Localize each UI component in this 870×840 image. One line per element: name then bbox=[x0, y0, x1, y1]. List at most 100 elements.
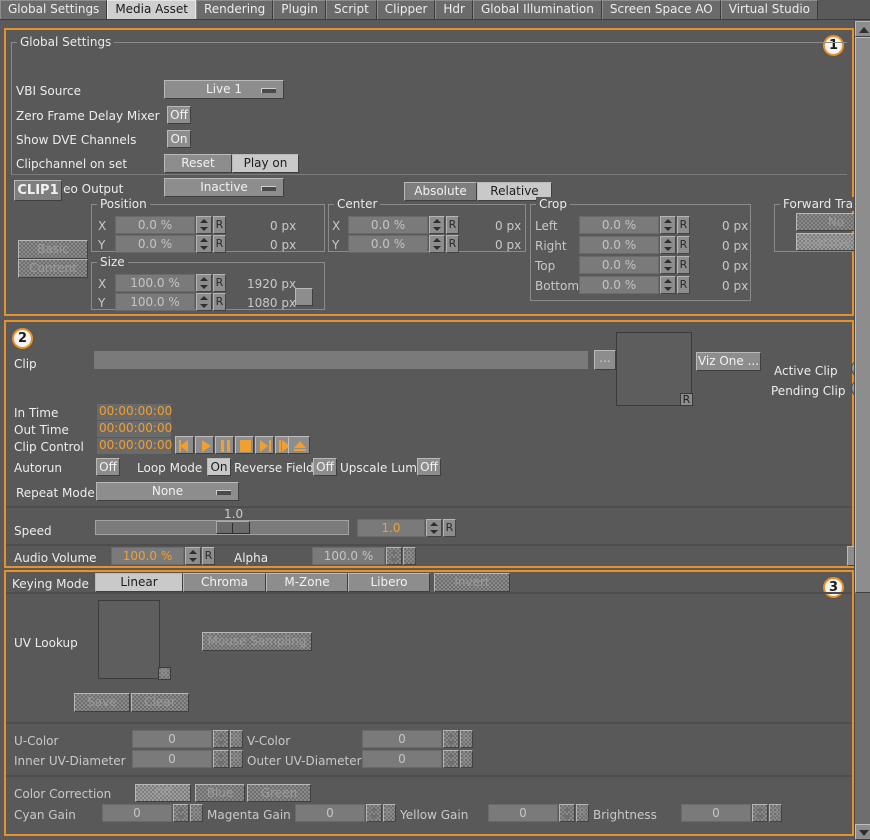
scroll-up-button[interactable] bbox=[855, 21, 870, 37]
crop-bottom-reset[interactable]: R bbox=[677, 276, 690, 294]
keying-mode-chroma-button[interactable]: Chroma bbox=[183, 573, 266, 592]
size-x-field[interactable]: 100.0 % bbox=[115, 274, 195, 292]
clipchannel-reset-button[interactable]: Reset bbox=[164, 154, 232, 173]
uv-lookup-reset: R bbox=[158, 667, 171, 680]
clip-control-value[interactable]: 00:00:00:00 bbox=[97, 438, 172, 454]
loop-mode-toggle[interactable]: On bbox=[207, 458, 231, 476]
main-tab-bar: Global Settings Media Asset Rendering Pl… bbox=[0, 0, 870, 20]
clip-preview-reset[interactable]: R bbox=[680, 393, 693, 406]
crop-top-spinner[interactable] bbox=[660, 256, 676, 274]
crop-right-reset[interactable]: R bbox=[677, 236, 690, 254]
keying-mode-mzone-button[interactable]: M-Zone bbox=[266, 573, 348, 592]
outer-uv-diameter-spinner bbox=[443, 750, 459, 768]
transport-stop-button[interactable] bbox=[235, 436, 254, 454]
crop-left-field[interactable]: 0.0 % bbox=[579, 216, 659, 234]
autorun-toggle[interactable]: Off bbox=[96, 458, 120, 476]
center-x-reset[interactable]: R bbox=[446, 216, 459, 234]
yellow-gain-spinner bbox=[559, 804, 575, 822]
clipchannel-play-on-button[interactable]: Play on bbox=[232, 154, 299, 173]
absolute-button[interactable]: Absolute bbox=[404, 182, 477, 201]
mouse-sampling-button: Mouse Sampling bbox=[202, 632, 312, 651]
in-time-value[interactable]: 00:00:00:00 bbox=[97, 404, 172, 420]
position-y-reset[interactable]: R bbox=[213, 235, 226, 253]
size-x-spinner[interactable] bbox=[196, 274, 212, 292]
tab-hdr[interactable]: Hdr bbox=[435, 0, 473, 19]
crop-left-spinner[interactable] bbox=[660, 216, 676, 234]
center-x-field[interactable]: 0.0 % bbox=[348, 216, 428, 234]
scroll-down-button[interactable] bbox=[855, 824, 870, 840]
tab-virtual-studio[interactable]: Virtual Studio bbox=[720, 0, 819, 19]
clip-path-input[interactable] bbox=[94, 351, 588, 369]
center-y-reset[interactable]: R bbox=[446, 235, 459, 253]
audio-volume-reset[interactable]: R bbox=[202, 547, 215, 565]
tab-clipper[interactable]: Clipper bbox=[376, 0, 436, 19]
tab-script[interactable]: Script bbox=[325, 0, 377, 19]
show-dve-channels-toggle[interactable]: On bbox=[167, 130, 191, 148]
speed-slider-thumb[interactable] bbox=[216, 521, 250, 534]
position-y-field[interactable]: 0.0 % bbox=[115, 235, 195, 253]
keying-mode-linear-button[interactable]: Linear bbox=[95, 573, 183, 592]
uv-lookup-preview[interactable] bbox=[98, 600, 160, 679]
crop-bottom-spinner[interactable] bbox=[660, 276, 676, 294]
transport-eject-button[interactable] bbox=[288, 436, 310, 454]
v-color-spinner bbox=[443, 730, 459, 748]
keying-panel: 3 Keying Mode Linear Chroma M-Zone Liber… bbox=[4, 570, 854, 836]
repeat-mode-dropdown[interactable]: None bbox=[96, 482, 239, 501]
viz-one-button[interactable]: Viz One ... bbox=[696, 352, 761, 371]
speed-spinner[interactable] bbox=[426, 519, 442, 537]
size-y-spinner[interactable] bbox=[196, 293, 212, 311]
audio-volume-spinner[interactable] bbox=[185, 547, 201, 565]
global-settings-group: Global Settings bbox=[11, 35, 847, 174]
repeat-mode-value: None bbox=[151, 484, 184, 498]
tab-rendering[interactable]: Rendering bbox=[195, 0, 274, 19]
position-y-label: Y bbox=[98, 238, 106, 252]
vbi-source-dropdown[interactable]: Live 1 bbox=[164, 80, 284, 99]
crop-left-reset[interactable]: R bbox=[677, 216, 690, 234]
center-y-spinner[interactable] bbox=[429, 235, 445, 253]
clip1-title-button[interactable]: CLIP1 bbox=[14, 180, 62, 201]
position-x-field[interactable]: 0.0 % bbox=[115, 216, 195, 234]
size-y-reset[interactable]: R bbox=[213, 293, 226, 311]
tab-media-asset[interactable]: Media Asset bbox=[107, 0, 196, 19]
position-x-reset[interactable]: R bbox=[213, 216, 226, 234]
reverse-field-toggle[interactable]: Off bbox=[313, 458, 337, 476]
scroll-thumb[interactable] bbox=[855, 37, 870, 593]
speed-reset[interactable]: R bbox=[443, 519, 456, 537]
center-y-field[interactable]: 0.0 % bbox=[348, 235, 428, 253]
center-x-label: X bbox=[332, 219, 341, 233]
transport-play-button[interactable] bbox=[195, 436, 214, 454]
upscale-luma-toggle[interactable]: Off bbox=[417, 458, 441, 476]
tab-plugin[interactable]: Plugin bbox=[273, 0, 326, 19]
zero-frame-delay-mixer-toggle[interactable]: Off bbox=[167, 106, 191, 124]
audio-volume-field[interactable]: 100.0 % bbox=[111, 547, 184, 565]
upscale-luma-label: Upscale Luma bbox=[340, 461, 425, 475]
tab-global-settings[interactable]: Global Settings bbox=[0, 0, 108, 19]
crop-right-field[interactable]: 0.0 % bbox=[579, 236, 659, 254]
speed-value-field[interactable]: 1.0 bbox=[357, 519, 425, 537]
transport-skip-forward-button[interactable] bbox=[255, 436, 274, 454]
main-vertical-scrollbar[interactable] bbox=[854, 21, 870, 840]
zero-frame-delay-mixer-label: Zero Frame Delay Mixer bbox=[16, 109, 160, 123]
crop-right-spinner[interactable] bbox=[660, 236, 676, 254]
position-x-spinner[interactable] bbox=[196, 216, 212, 234]
pause-icon bbox=[221, 440, 224, 452]
center-x-px: 0 px bbox=[495, 219, 522, 233]
size-lock-aspect-button[interactable] bbox=[295, 288, 313, 306]
transport-skip-back-button[interactable] bbox=[175, 436, 194, 454]
tab-screen-space-ao[interactable]: Screen Space AO bbox=[601, 0, 721, 19]
out-time-value[interactable]: 00:00:00:00 bbox=[97, 421, 172, 437]
clip-player-panel: 2 Clip ... R Viz One ... Active Clip Pen… bbox=[4, 320, 868, 568]
crop-top-reset[interactable]: R bbox=[677, 256, 690, 274]
gfx-video-output-dropdown[interactable]: Inactive bbox=[164, 178, 284, 197]
crop-top-field[interactable]: 0.0 % bbox=[579, 256, 659, 274]
keying-mode-libero-button[interactable]: Libero bbox=[348, 573, 430, 592]
tab-global-illumination[interactable]: Global Illumination bbox=[472, 0, 602, 19]
center-x-spinner[interactable] bbox=[429, 216, 445, 234]
size-y-field[interactable]: 100.0 % bbox=[115, 293, 195, 311]
crop-bottom-field[interactable]: 0.0 % bbox=[579, 276, 659, 294]
speed-slider-track[interactable] bbox=[95, 520, 349, 535]
transport-pause-button[interactable] bbox=[215, 436, 234, 454]
position-y-spinner[interactable] bbox=[196, 235, 212, 253]
clip-browse-button[interactable]: ... bbox=[594, 350, 616, 370]
size-x-reset[interactable]: R bbox=[213, 274, 226, 292]
